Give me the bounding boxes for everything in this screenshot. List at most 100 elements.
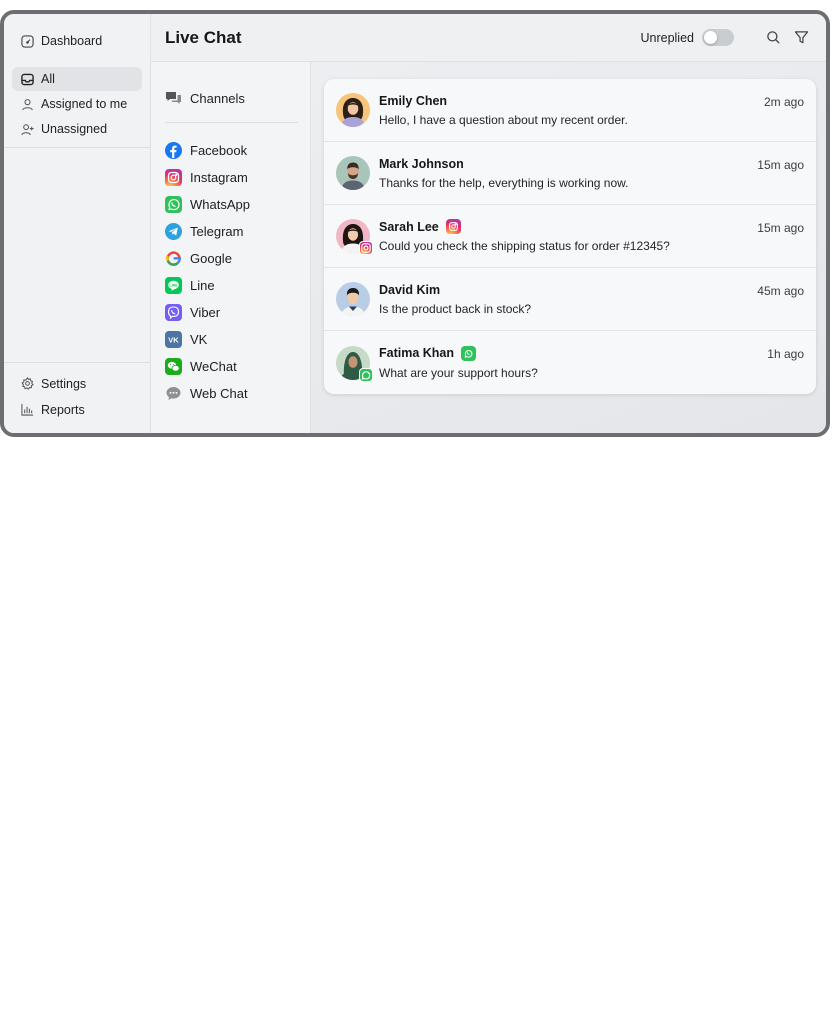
sidebar-item-label: Reports xyxy=(41,402,85,417)
conversation-body: David Kim Is the product back in stock? xyxy=(379,283,757,316)
channel-label: Web Chat xyxy=(190,386,248,401)
web-chat-icon xyxy=(165,385,182,402)
conversation-name-line: Emily Chen xyxy=(379,94,764,108)
header: Live Chat Unreplied xyxy=(151,14,826,62)
channel-label: Telegram xyxy=(190,224,244,239)
app-window: Dashboard All Assigned to me Unassigned xyxy=(0,10,830,437)
contact-name: Mark Johnson xyxy=(379,156,464,171)
conversation-row[interactable]: David Kim Is the product back in stock? … xyxy=(324,268,816,331)
sidebar-item-dashboard[interactable]: Dashboard xyxy=(12,25,142,57)
conversation-area: Emily Chen Hello, I have a question abou… xyxy=(311,62,826,433)
message-time: 2m ago xyxy=(763,95,804,109)
whatsapp-badge-icon xyxy=(359,367,373,382)
contact-name: David Kim xyxy=(379,282,441,297)
message-time: 15m ago xyxy=(757,158,804,172)
instagram-icon xyxy=(165,169,182,186)
channel-label: WhatsApp xyxy=(190,197,250,212)
sidebar-item-unassigned[interactable]: Unassigned xyxy=(12,117,142,141)
facebook-icon xyxy=(165,142,182,159)
channel-item-instagram[interactable]: Instagram xyxy=(165,164,298,191)
sidebar-item-label: Unassigned xyxy=(41,122,108,136)
line-icon: LINE xyxy=(165,277,182,294)
avatar xyxy=(336,282,370,316)
conversation-body: Fatima Khan What are your support hours? xyxy=(379,345,767,380)
conversation-name-line: Fatima Khan xyxy=(379,345,767,361)
conversation-name-line: David Kim xyxy=(379,283,757,297)
channel-item-vk[interactable]: VK VK xyxy=(165,326,298,353)
unreplied-toggle[interactable] xyxy=(702,29,734,46)
search-icon[interactable] xyxy=(766,30,782,46)
channel-item-telegram[interactable]: Telegram xyxy=(165,218,298,245)
user-icon xyxy=(20,97,34,111)
conversation-row[interactable]: Fatima Khan What are your support hours?… xyxy=(324,331,816,394)
sidebar-item-all[interactable]: All xyxy=(12,67,142,91)
main-panel: Live Chat Unreplied Channels Facebook In… xyxy=(151,14,826,433)
channel-label: WeChat xyxy=(190,359,237,374)
bar-chart-icon xyxy=(20,403,34,417)
svg-text:VK: VK xyxy=(168,335,179,344)
conversation-list: Emily Chen Hello, I have a question abou… xyxy=(324,79,816,394)
conversation-row[interactable]: Emily Chen Hello, I have a question abou… xyxy=(324,79,816,142)
channel-item-whatsapp[interactable]: WhatsApp xyxy=(165,191,298,218)
channels-heading: Channels xyxy=(165,86,298,110)
conversation-row[interactable]: Mark Johnson Thanks for the help, everyt… xyxy=(324,142,816,205)
sidebar-item-assigned-to-me[interactable]: Assigned to me xyxy=(12,92,142,116)
sidebar-divider xyxy=(4,147,150,148)
channel-item-viber[interactable]: Viber xyxy=(165,299,298,326)
gear-icon xyxy=(20,377,34,391)
conversation-body: Emily Chen Hello, I have a question abou… xyxy=(379,94,764,127)
instagram-badge-icon xyxy=(359,241,373,255)
channel-item-web-chat[interactable]: Web Chat xyxy=(165,380,298,407)
sidebar-item-label: Settings xyxy=(41,376,87,391)
whatsapp-icon xyxy=(165,196,182,213)
conversation-row[interactable]: Sarah Lee Could you check the shipping s… xyxy=(324,205,816,268)
vk-icon: VK xyxy=(165,331,182,348)
content: Channels Facebook Instagram WhatsApp Tel… xyxy=(151,62,826,433)
channel-label: Instagram xyxy=(190,170,248,185)
message-preview: Is the product back in stock? xyxy=(379,301,532,316)
channel-item-wechat[interactable]: WeChat xyxy=(165,353,298,380)
conversation-name-line: Sarah Lee xyxy=(379,219,757,234)
sidebar-item-reports[interactable]: Reports xyxy=(12,397,142,422)
inbox-icon xyxy=(20,72,34,86)
conversation-body: Sarah Lee Could you check the shipping s… xyxy=(379,219,757,253)
sidebar-item-label: Dashboard xyxy=(41,34,103,48)
message-time: 45m ago xyxy=(757,284,804,298)
message-preview: What are your support hours? xyxy=(379,365,538,380)
conversation-body: Mark Johnson Thanks for the help, everyt… xyxy=(379,157,757,190)
avatar xyxy=(336,345,373,382)
channel-label: Line xyxy=(190,278,215,293)
channels-divider xyxy=(165,122,298,123)
message-time: 15m ago xyxy=(757,221,804,235)
message-time: 1h ago xyxy=(767,347,804,361)
dashboard-icon xyxy=(20,34,34,48)
viber-icon xyxy=(165,304,182,321)
contact-name: Fatima Khan xyxy=(379,346,455,360)
sidebar-item-settings[interactable]: Settings xyxy=(12,371,142,396)
channel-item-google[interactable]: Google xyxy=(165,245,298,272)
page-title: Live Chat xyxy=(165,27,242,47)
channel-label: Google xyxy=(190,251,232,266)
sidebar-item-label: All xyxy=(41,72,55,86)
channel-item-facebook[interactable]: Facebook xyxy=(165,137,298,164)
channel-label: VK xyxy=(190,332,208,347)
channels-panel: Channels Facebook Instagram WhatsApp Tel… xyxy=(151,62,311,433)
filter-icon[interactable] xyxy=(794,30,810,46)
contact-name: Sarah Lee xyxy=(379,219,439,234)
sidebar-divider xyxy=(4,362,150,363)
unreplied-label: Unreplied xyxy=(640,30,694,45)
message-preview: Hello, I have a question about my recent… xyxy=(379,112,628,127)
toggle-knob xyxy=(704,31,717,44)
avatar xyxy=(336,156,370,190)
conversation-name-line: Mark Johnson xyxy=(379,157,757,171)
google-icon xyxy=(165,250,182,267)
channel-item-line[interactable]: LINE Line xyxy=(165,272,298,299)
channel-label: Facebook xyxy=(190,143,248,158)
avatar xyxy=(336,219,373,255)
wechat-icon xyxy=(165,358,182,375)
whatsapp-icon xyxy=(461,345,477,361)
sidebar: Dashboard All Assigned to me Unassigned xyxy=(4,14,151,433)
contact-name: Emily Chen xyxy=(379,93,448,108)
channels-heading-label: Channels xyxy=(190,90,245,106)
message-preview: Thanks for the help, everything is worki… xyxy=(379,175,629,190)
